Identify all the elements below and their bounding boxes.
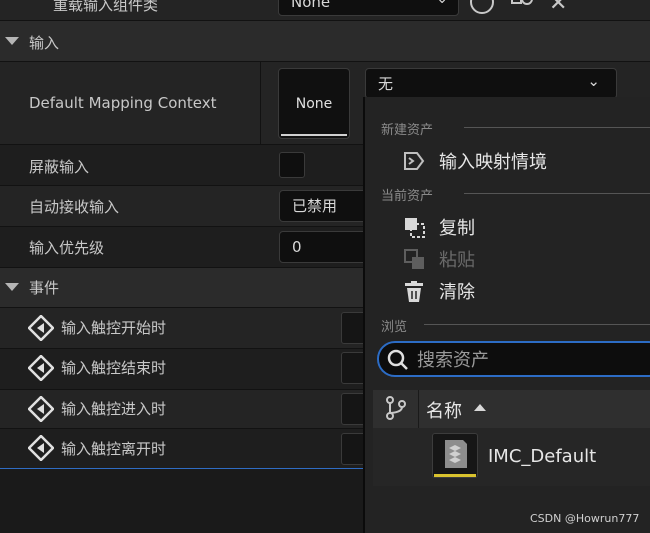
auto-receive-label: 自动接收输入	[29, 198, 120, 216]
asset-type-underline	[434, 474, 476, 477]
copy-icon	[403, 216, 427, 244]
current-asset-section-header: 当前资产	[381, 189, 434, 204]
close-icon[interactable]: ✕	[549, 0, 567, 15]
sort-ascending-icon[interactable]	[474, 404, 486, 411]
asset-thumbnail	[432, 433, 478, 478]
input-mapping-context-icon	[403, 150, 427, 176]
collapse-triangle-icon[interactable]	[5, 283, 19, 291]
clear-menu-item[interactable]: 清除	[439, 278, 475, 304]
override-input-component-select[interactable]: None ⌄	[278, 0, 459, 16]
block-input-label: 屏蔽输入	[29, 158, 90, 176]
input-category-title: 输入	[29, 34, 60, 52]
block-input-checkbox[interactable]	[279, 152, 305, 178]
chevron-down-icon: ⌄	[587, 72, 600, 90]
events-category-title: 事件	[29, 279, 60, 297]
new-input-mapping-context-item[interactable]: 输入映射情境	[439, 148, 547, 174]
input-category-header[interactable]	[0, 21, 650, 61]
trash-icon	[404, 281, 426, 307]
collapse-triangle-icon[interactable]	[5, 37, 19, 45]
asset-name: IMC_Default	[488, 446, 597, 467]
input-mapping-context-icon	[445, 440, 467, 468]
thumbnail-underline	[281, 134, 347, 136]
event-diamond-icon	[27, 434, 55, 465]
focus-line	[0, 468, 363, 469]
auto-receive-value: 已禁用	[292, 197, 338, 215]
mapping-context-value: 无	[378, 75, 394, 93]
paste-icon	[403, 248, 427, 276]
search-icon	[387, 349, 409, 375]
event-diamond-icon	[27, 395, 55, 426]
event-label: 输入触控离开时	[61, 440, 167, 458]
input-priority-value: 0	[292, 238, 302, 256]
override-input-component-label: 重载输入组件类	[53, 0, 159, 14]
event-label: 输入触控开始时	[61, 319, 167, 337]
override-input-component-value: None	[291, 0, 331, 11]
find-asset-icon[interactable]	[511, 0, 533, 12]
column-name-header[interactable]: 名称	[426, 397, 462, 423]
input-priority-label: 输入优先级	[29, 239, 105, 257]
new-asset-section-header: 新建资产	[381, 123, 434, 138]
browse-section-header: 浏览	[381, 320, 408, 335]
event-label: 输入触控进入时	[61, 400, 167, 418]
mapping-context-thumbnail[interactable]: None	[278, 68, 350, 139]
paste-menu-item[interactable]: 粘贴	[439, 246, 475, 272]
mapping-context-label: Default Mapping Context	[29, 94, 217, 112]
thumbnail-none-label: None	[295, 96, 333, 112]
branch-filter-icon[interactable]	[385, 396, 407, 424]
chevron-down-icon: ⌄	[436, 0, 448, 14]
asset-list-header	[373, 390, 650, 428]
event-diamond-icon	[27, 354, 55, 385]
copy-menu-item[interactable]: 复制	[439, 214, 475, 240]
search-placeholder: 搜索资产	[417, 350, 489, 371]
event-label: 输入触控结束时	[61, 359, 167, 377]
watermark: CSDN @Howrun777	[530, 512, 640, 525]
event-diamond-icon	[27, 314, 55, 345]
mapping-context-dropdown[interactable]: 无 ⌄	[365, 68, 617, 99]
